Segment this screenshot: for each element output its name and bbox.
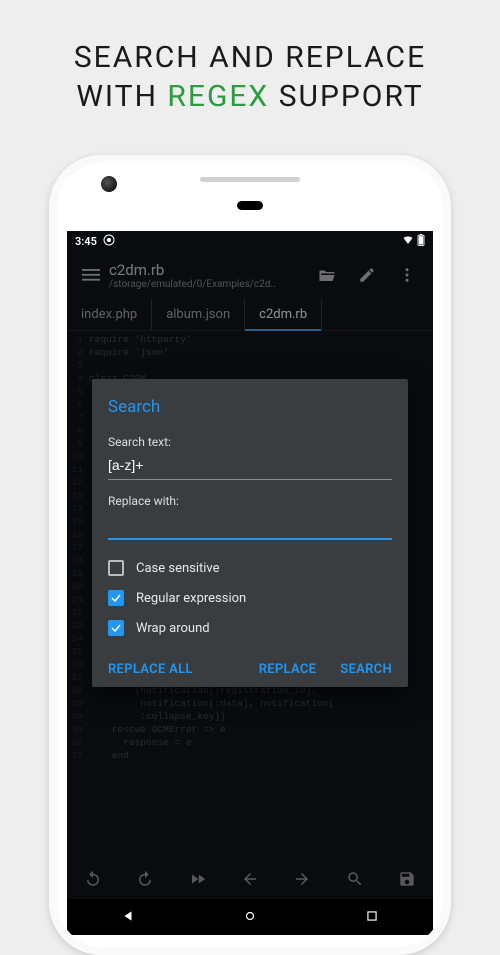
wrap-checkbox[interactable]	[108, 620, 124, 636]
editor-toolbar	[67, 863, 433, 899]
search-input[interactable]	[108, 453, 392, 480]
file-tabs: index.php album.json c2dm.rb	[67, 299, 433, 331]
search-label: Search text:	[108, 435, 392, 449]
tab-album-json[interactable]: album.json	[152, 299, 245, 330]
file-path: /storage/emulated/0/Examples/c2d..	[109, 279, 307, 290]
sensor-pill	[237, 201, 263, 210]
camera-dot	[101, 176, 117, 192]
notification-icon	[103, 234, 115, 249]
phone-frame: 3:45	[49, 155, 451, 955]
regex-label: Regular expression	[136, 591, 246, 606]
search-dialog: Search Search text: Replace with: Case s…	[92, 379, 408, 687]
nav-home-icon[interactable]	[243, 908, 257, 927]
replace-all-button[interactable]: REPLACE ALL	[108, 662, 193, 677]
tab-index-php[interactable]: index.php	[67, 299, 152, 330]
regex-row[interactable]: Regular expression	[108, 590, 392, 606]
hamburger-icon[interactable]	[73, 266, 109, 284]
case-sensitive-checkbox[interactable]	[108, 560, 124, 576]
file-title: c2dm.rb	[109, 261, 307, 279]
overflow-icon[interactable]	[387, 266, 427, 284]
wifi-icon	[401, 234, 415, 249]
folder-open-icon[interactable]	[307, 266, 347, 284]
search-button[interactable]: SEARCH	[340, 662, 392, 677]
dialog-title: Search	[108, 397, 392, 417]
edit-icon[interactable]	[347, 266, 387, 284]
wrap-label: Wrap around	[136, 621, 210, 636]
wrap-row[interactable]: Wrap around	[108, 620, 392, 636]
status-bar: 3:45	[67, 231, 433, 251]
regex-checkbox[interactable]	[108, 590, 124, 606]
nav-back-icon[interactable]	[121, 908, 135, 927]
android-nav-bar	[67, 899, 433, 935]
app-bar: c2dm.rb /storage/emulated/0/Examples/c2d…	[67, 251, 433, 299]
nav-recent-icon[interactable]	[365, 908, 379, 927]
replace-button[interactable]: REPLACE	[259, 662, 317, 677]
status-time: 3:45	[75, 235, 97, 248]
promo-text: SEARCH AND REPLACE WITH REGEX SUPPORT	[0, 0, 500, 116]
screen: 3:45	[67, 231, 433, 935]
case-sensitive-label: Case sensitive	[136, 561, 220, 576]
replace-input[interactable]	[108, 512, 392, 540]
tab-c2dm-rb[interactable]: c2dm.rb	[245, 299, 322, 330]
replace-label: Replace with:	[108, 494, 392, 508]
battery-icon	[417, 234, 425, 249]
case-sensitive-row[interactable]: Case sensitive	[108, 560, 392, 576]
speaker-grill	[200, 177, 300, 182]
